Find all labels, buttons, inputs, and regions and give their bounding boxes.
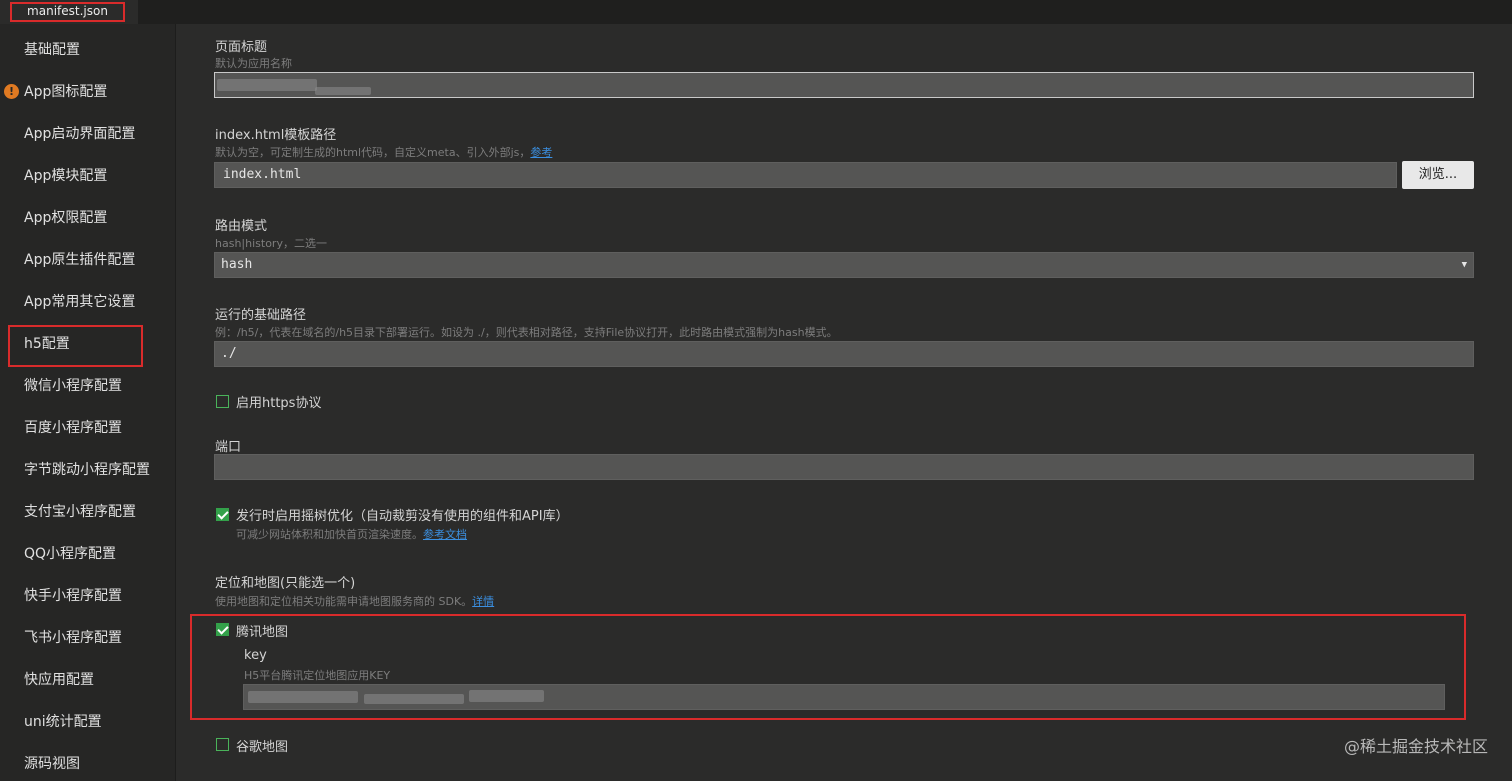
tree-shaking-hint: 可减少网站体积和加快首页渲染速度。参考文档 <box>236 526 467 542</box>
base-path-label: 运行的基础路径 <box>215 308 307 323</box>
sidebar-item-feishu[interactable]: 飞书小程序配置 <box>0 618 176 658</box>
map-details-link[interactable]: 详情 <box>472 595 494 608</box>
sidebar-item-label: 快应用配置 <box>24 672 94 688</box>
https-checkbox[interactable] <box>216 395 229 408</box>
template-path-hint-text: 默认为空，可定制生成的html代码，自定义meta、引入外部js， <box>215 146 531 159</box>
sidebar-item-label: App权限配置 <box>24 210 108 226</box>
router-mode-value: hash <box>221 257 253 272</box>
google-map-checkbox[interactable] <box>216 738 229 751</box>
sidebar-item-baidu[interactable]: 百度小程序配置 <box>0 408 176 448</box>
port-input[interactable] <box>214 454 1474 480</box>
https-label: 启用https协议 <box>236 396 322 411</box>
port-label: 端口 <box>215 440 242 455</box>
sidebar-item-app-modules[interactable]: App模块配置 <box>0 156 176 196</box>
redacted-text <box>315 87 371 95</box>
warning-icon: ! <box>4 84 19 99</box>
browse-button[interactable]: 浏览... <box>1402 161 1474 189</box>
google-map-label: 谷歌地图 <box>236 740 289 755</box>
router-mode-hint: hash|history，二选一 <box>215 237 327 250</box>
page-title-label: 页面标题 <box>215 40 268 55</box>
page-title-hint: 默认为应用名称 <box>215 57 292 70</box>
sidebar: 基础配置 ! App图标配置 App启动界面配置 App模块配置 App权限配置 … <box>0 24 176 781</box>
sidebar-item-label: 支付宝小程序配置 <box>24 504 136 520</box>
base-path-input[interactable]: ./ <box>214 341 1474 367</box>
tab-bar: manifest.json <box>0 0 1512 24</box>
sidebar-item-label: 源码视图 <box>24 756 80 772</box>
sidebar-item-label: 微信小程序配置 <box>24 378 122 394</box>
map-section-hint: 使用地图和定位相关功能需申请地图服务商的 SDK。详情 <box>215 593 494 609</box>
router-mode-select[interactable]: hash ▼ <box>214 252 1474 278</box>
sidebar-item-label: h5配置 <box>24 336 70 352</box>
sidebar-item-app-native-plugins[interactable]: App原生插件配置 <box>0 240 176 280</box>
redacted-text <box>248 691 358 703</box>
redacted-text <box>469 690 544 702</box>
tree-shaking-docs-link[interactable]: 参考文档 <box>423 528 467 541</box>
sidebar-item-label: App原生插件配置 <box>24 252 136 268</box>
redacted-text <box>217 79 317 91</box>
sidebar-item-label: 百度小程序配置 <box>24 420 122 436</box>
page-title-input[interactable] <box>214 72 1474 98</box>
sidebar-item-qq[interactable]: QQ小程序配置 <box>0 534 176 574</box>
tree-shaking-label: 发行时启用摇树优化（自动裁剪没有使用的组件和API库） <box>236 509 569 524</box>
base-path-hint: 例：/h5/，代表在域名的/h5目录下部署运行。如设为 ./，则代表相对路径，支… <box>215 326 838 339</box>
template-path-label: index.html模板路径 <box>215 128 337 143</box>
redacted-text <box>364 694 464 704</box>
tencent-key-label: key <box>244 648 267 663</box>
sidebar-item-source-view[interactable]: 源码视图 <box>0 744 176 781</box>
sidebar-item-app-permissions[interactable]: App权限配置 <box>0 198 176 238</box>
map-section-hint-text: 使用地图和定位相关功能需申请地图服务商的 SDK。 <box>215 595 473 608</box>
sidebar-item-label: 字节跳动小程序配置 <box>24 462 150 478</box>
sidebar-item-h5[interactable]: h5配置 <box>0 324 176 367</box>
tencent-map-label: 腾讯地图 <box>236 625 289 640</box>
sidebar-item-toutiao[interactable]: 字节跳动小程序配置 <box>0 450 176 490</box>
h5-config-form: 页面标题 默认为应用名称 index.html模板路径 默认为空，可定制生成的h… <box>177 24 1512 781</box>
sidebar-item-label: App常用其它设置 <box>24 294 136 310</box>
sidebar-item-quickapp[interactable]: 快应用配置 <box>0 660 176 700</box>
sidebar-item-label: App模块配置 <box>24 168 108 184</box>
sidebar-item-label: QQ小程序配置 <box>24 546 117 562</box>
sidebar-item-app-splash[interactable]: App启动界面配置 <box>0 114 176 154</box>
sidebar-item-app-other[interactable]: App常用其它设置 <box>0 282 176 322</box>
map-section-label: 定位和地图(只能选一个) <box>215 576 356 591</box>
sidebar-item-kuaishou[interactable]: 快手小程序配置 <box>0 576 176 616</box>
chevron-down-icon: ▼ <box>1461 260 1467 270</box>
template-path-input[interactable]: index.html <box>214 162 1397 188</box>
sidebar-item-label: App图标配置 <box>24 84 108 100</box>
template-path-hint: 默认为空，可定制生成的html代码，自定义meta、引入外部js，参考 <box>215 144 552 160</box>
tab-manifest-json[interactable]: manifest.json <box>0 0 138 24</box>
sidebar-item-alipay[interactable]: 支付宝小程序配置 <box>0 492 176 532</box>
tree-shaking-hint-text: 可减少网站体积和加快首页渲染速度。 <box>236 528 423 541</box>
template-path-reference-link[interactable]: 参考 <box>530 146 552 159</box>
sidebar-item-label: uni统计配置 <box>24 714 102 730</box>
sidebar-item-label: 快手小程序配置 <box>24 588 122 604</box>
sidebar-item-label: App启动界面配置 <box>24 126 136 142</box>
sidebar-item-weixin[interactable]: 微信小程序配置 <box>0 366 176 406</box>
watermark: @稀土掘金技术社区 <box>1343 737 1488 756</box>
sidebar-item-uni-stat[interactable]: uni统计配置 <box>0 702 176 742</box>
tree-shaking-checkbox[interactable] <box>216 508 229 521</box>
tencent-key-hint: H5平台腾讯定位地图应用KEY <box>244 669 391 682</box>
router-mode-label: 路由模式 <box>215 219 268 234</box>
tencent-key-input[interactable] <box>243 684 1445 710</box>
tab-label: manifest.json <box>10 2 125 22</box>
sidebar-item-basic[interactable]: 基础配置 <box>0 30 176 70</box>
sidebar-item-label: 飞书小程序配置 <box>24 630 122 646</box>
tencent-map-checkbox[interactable] <box>216 623 229 636</box>
sidebar-item-label: 基础配置 <box>24 42 80 58</box>
sidebar-item-app-icon[interactable]: ! App图标配置 <box>0 72 176 112</box>
